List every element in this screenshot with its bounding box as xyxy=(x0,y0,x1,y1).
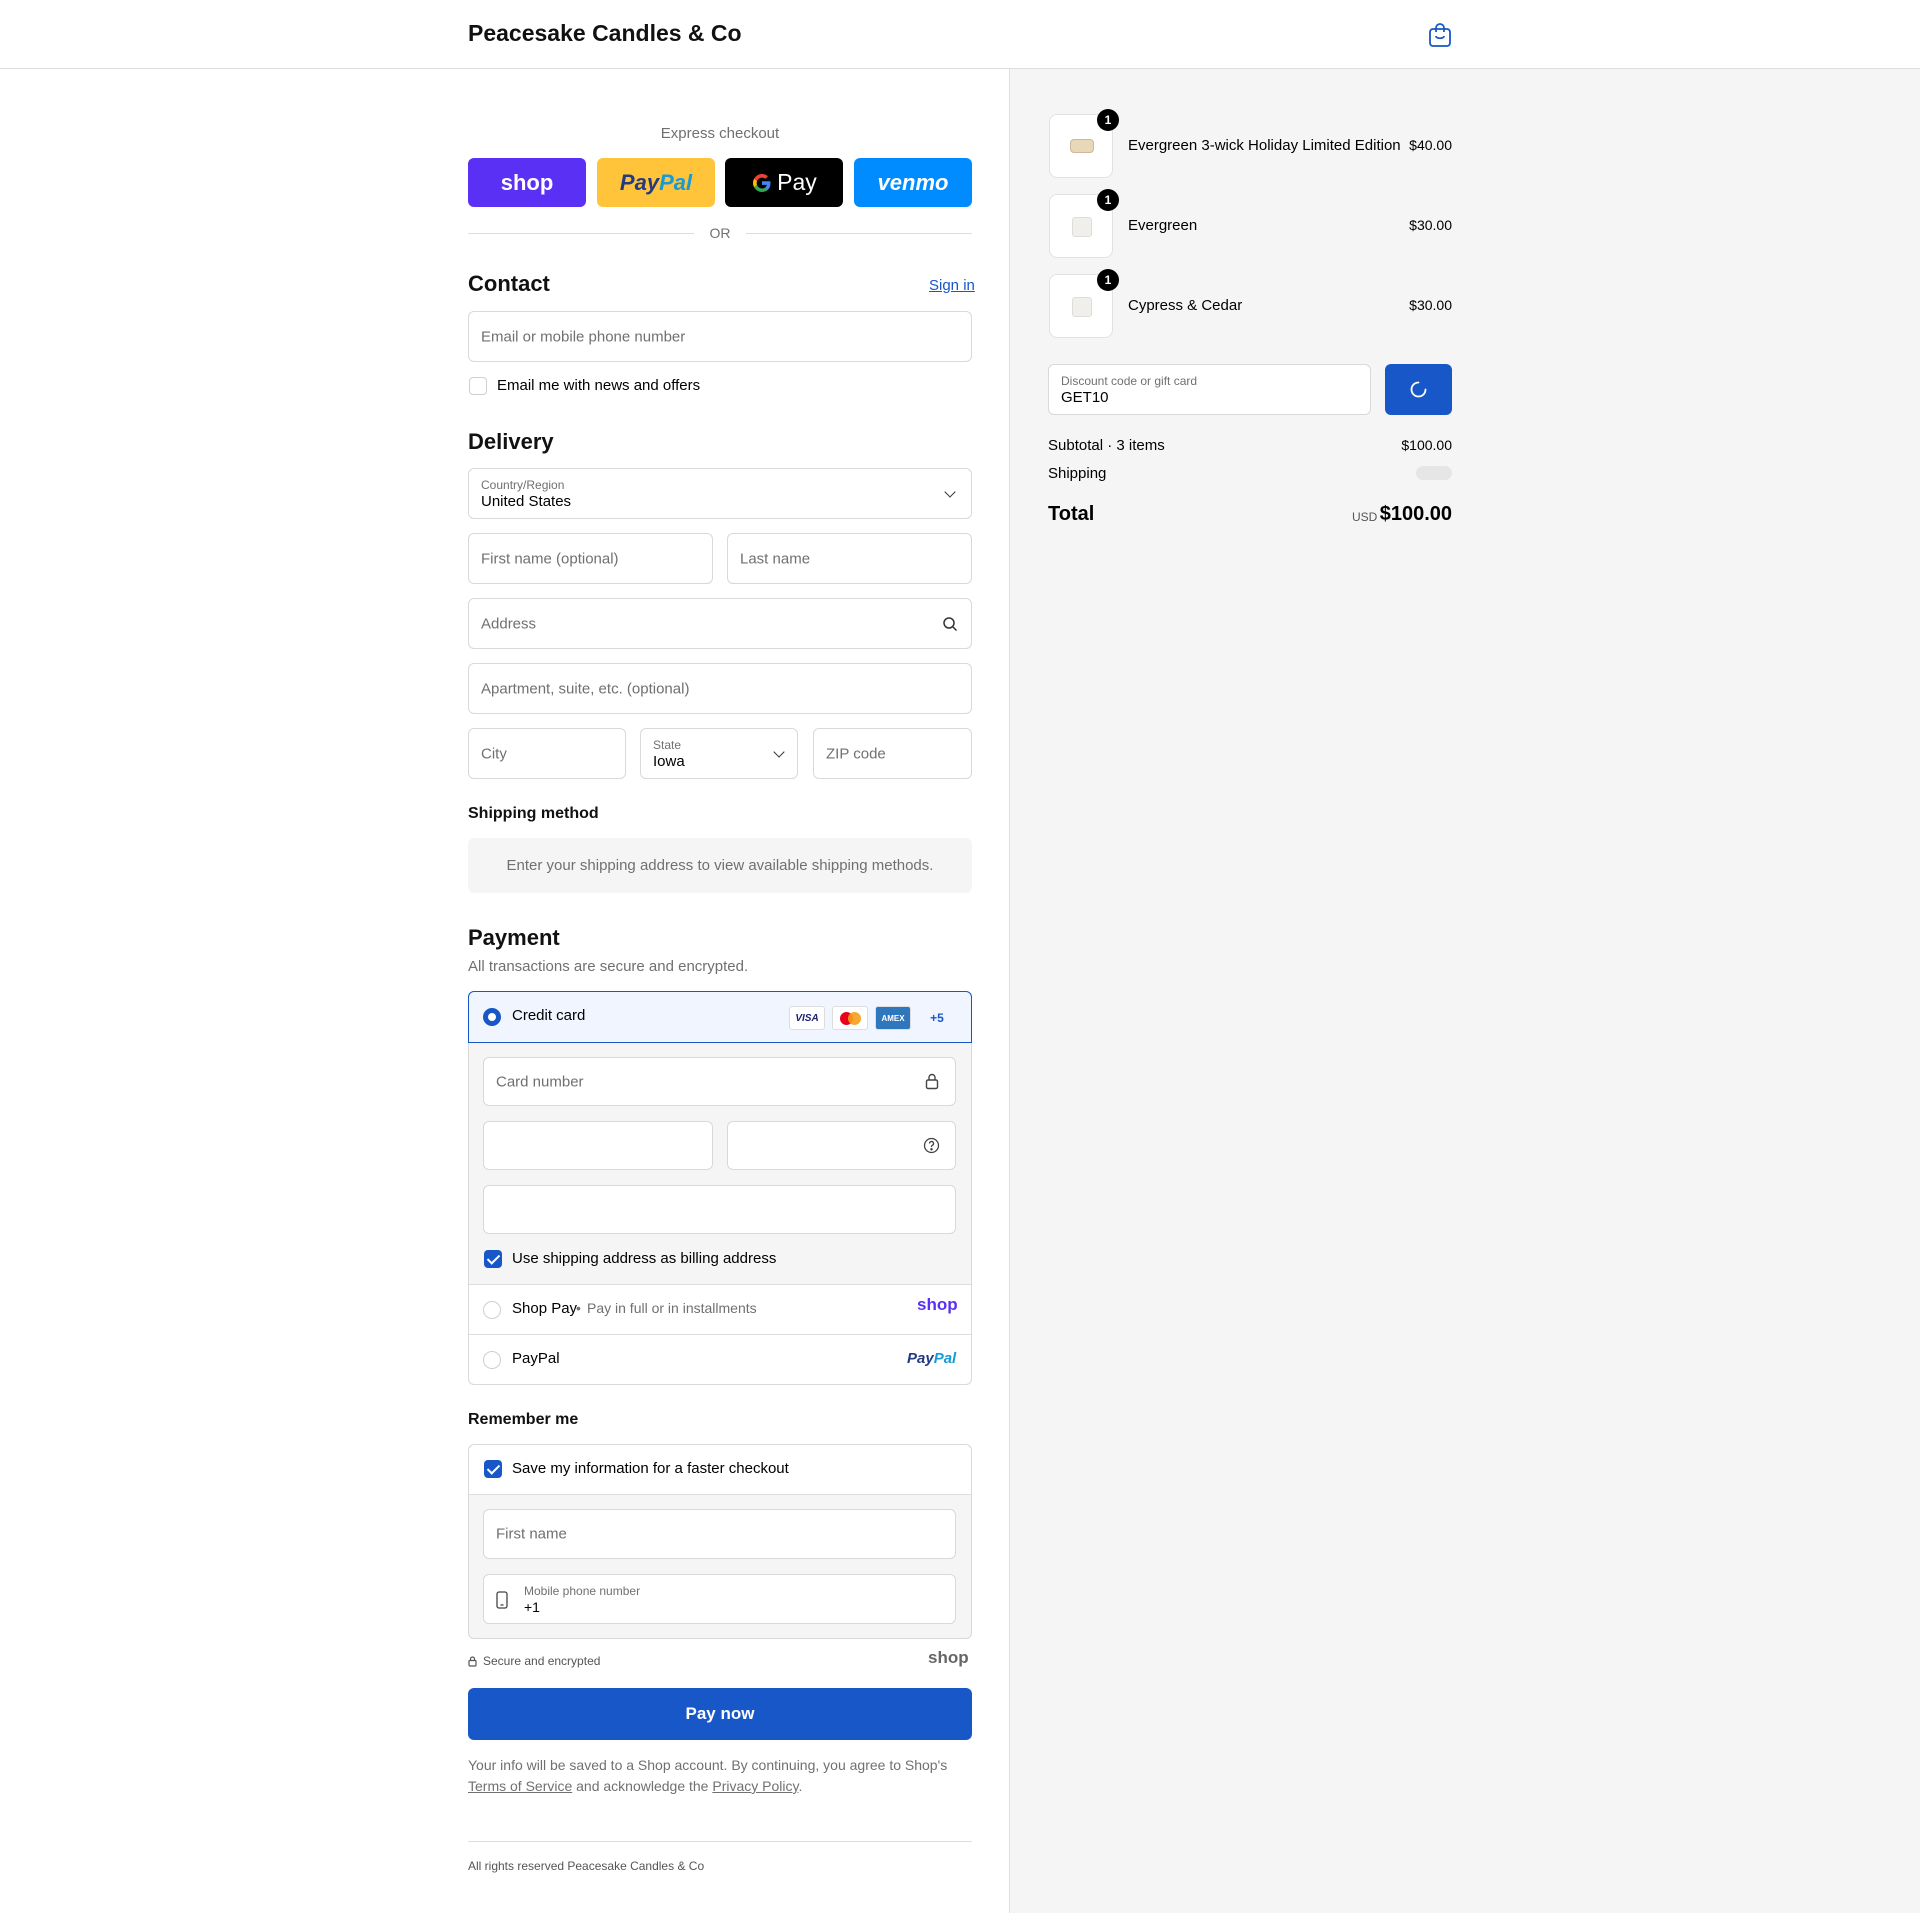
shopping-bag-icon[interactable] xyxy=(1428,22,1452,48)
loading-spinner-icon xyxy=(1410,381,1427,398)
quantity-badge: 1 xyxy=(1097,109,1119,131)
shop-logo: shop xyxy=(928,1648,969,1667)
shipping-notice: Enter your shipping address to view avai… xyxy=(468,838,972,893)
product-price: $40.00 xyxy=(1409,137,1452,153)
credit-card-radio[interactable] xyxy=(483,1008,501,1026)
quantity-badge: 1 xyxy=(1097,189,1119,211)
card-expiry-field[interactable] xyxy=(483,1121,713,1170)
google-g-icon xyxy=(753,173,771,192)
save-info-label: Save my information for a faster checkou… xyxy=(512,1460,789,1477)
email-field[interactable]: Email or mobile phone number xyxy=(468,311,972,362)
contact-title: Contact xyxy=(468,271,550,296)
city-field[interactable]: City xyxy=(468,728,626,779)
address-field[interactable]: Address xyxy=(468,598,972,649)
paypal-logo: PayPal xyxy=(619,169,693,195)
state-select[interactable]: State Iowa xyxy=(640,728,798,779)
search-icon xyxy=(943,617,958,632)
mobile-phone-field[interactable]: Mobile phone number +1 xyxy=(483,1574,956,1624)
more-cards-badge: +5 xyxy=(930,1011,944,1025)
order-summary-panel xyxy=(1009,69,1920,1913)
billing-checkbox[interactable] xyxy=(484,1250,502,1268)
store-logo[interactable]: Peacesake Candles & Co xyxy=(468,20,742,47)
product-name: Evergreen xyxy=(1128,217,1198,234)
sign-in-link[interactable]: Sign in xyxy=(929,277,975,294)
product-price: $30.00 xyxy=(1409,297,1452,313)
shipping-method-title: Shipping method xyxy=(468,805,599,822)
payment-title: Payment xyxy=(468,925,560,950)
first-name-field[interactable]: First name (optional) xyxy=(468,533,713,584)
lock-icon xyxy=(925,1073,939,1090)
amex-icon: AMEX xyxy=(875,1006,911,1030)
secure-label: Secure and encrypted xyxy=(483,1654,601,1668)
express-checkout-title: Express checkout xyxy=(660,125,780,142)
or-divider: OR xyxy=(709,225,731,241)
save-info-checkbox[interactable] xyxy=(484,1460,502,1478)
shop-pay-express-button[interactable]: shop xyxy=(468,158,586,207)
paypal-radio[interactable] xyxy=(483,1351,501,1369)
venmo-logo: venmo xyxy=(877,169,949,195)
product-name: Cypress & Cedar xyxy=(1128,297,1243,314)
apply-discount-button[interactable] xyxy=(1385,364,1452,415)
shop-pay-radio[interactable] xyxy=(483,1301,501,1319)
product-price: $30.00 xyxy=(1409,217,1452,233)
newsletter-checkbox[interactable] xyxy=(469,377,487,395)
candle-image xyxy=(1072,217,1092,237)
total-label: Total xyxy=(1048,503,1095,525)
header: Peacesake Candles & Co xyxy=(0,0,1920,69)
divider-left xyxy=(468,233,694,234)
footer-text: All rights reserved Peacesake Candles & … xyxy=(468,1859,705,1873)
remember-first-name-field[interactable]: First name xyxy=(483,1509,956,1559)
shipping-label: Shipping xyxy=(1048,465,1107,482)
shipping-loading-placeholder xyxy=(1416,466,1452,480)
google-pay-express-button[interactable]: Pay xyxy=(725,158,843,207)
payment-subtitle: All transactions are secure and encrypte… xyxy=(468,958,749,975)
paypal-label: PayPal xyxy=(512,1350,560,1367)
remember-me-title: Remember me xyxy=(468,1411,579,1428)
help-icon[interactable] xyxy=(923,1137,940,1154)
venmo-express-button[interactable]: venmo xyxy=(854,158,972,207)
last-name-field[interactable]: Last name xyxy=(727,533,972,584)
shop-pay-logo: shop xyxy=(500,169,554,195)
product-name: Evergreen 3-wick Holiday Limited Edition xyxy=(1128,137,1401,154)
mastercard-icon xyxy=(832,1006,868,1030)
billing-label: Use shipping address as billing address xyxy=(512,1250,777,1267)
subtotal-value: $100.00 xyxy=(1401,437,1452,453)
footer-divider xyxy=(468,1841,972,1842)
visa-icon: VISA xyxy=(789,1006,825,1030)
discount-code-field[interactable]: Discount code or gift card GET10 xyxy=(1048,364,1371,415)
paypal-logo: PayPal xyxy=(907,1350,957,1367)
credit-card-label: Credit card xyxy=(512,1007,586,1024)
card-cvv-field[interactable] xyxy=(727,1121,956,1170)
delivery-title: Delivery xyxy=(468,429,554,454)
shop-pay-label: Shop Pay xyxy=(512,1300,578,1317)
paypal-express-button[interactable]: PayPal xyxy=(597,158,715,207)
legal-text: Your info will be saved to a Shop accoun… xyxy=(468,1757,948,1794)
shop-pay-sublabel: Pay in full or in installments xyxy=(587,1300,757,1316)
total-value: $100.00 xyxy=(1379,503,1452,525)
apartment-field[interactable]: Apartment, suite, etc. (optional) xyxy=(468,663,972,714)
mobile-phone-icon xyxy=(496,1591,508,1609)
card-number-field[interactable]: Card number xyxy=(483,1057,956,1106)
subtotal-label: Subtotal · 3 items xyxy=(1048,437,1165,454)
candle-image xyxy=(1072,297,1092,317)
candle-image xyxy=(1070,139,1094,153)
shop-pay-separator: • xyxy=(576,1300,581,1316)
lock-icon xyxy=(468,1656,477,1667)
divider-right xyxy=(746,233,972,234)
country-select[interactable]: Country/Region United States xyxy=(468,468,972,519)
pay-now-button[interactable]: Pay now xyxy=(468,1688,972,1740)
google-pay-logo: Pay xyxy=(751,169,817,196)
chevron-down-icon xyxy=(773,746,785,758)
privacy-policy-link[interactable]: Privacy Policy xyxy=(712,1778,798,1794)
newsletter-label: Email me with news and offers xyxy=(497,377,701,394)
name-on-card-field[interactable] xyxy=(483,1185,956,1234)
terms-of-service-link[interactable]: Terms of Service xyxy=(468,1778,572,1794)
shop-pay-logo: shop xyxy=(917,1295,958,1314)
quantity-badge: 1 xyxy=(1097,269,1119,291)
zip-field[interactable]: ZIP code xyxy=(813,728,972,779)
chevron-down-icon xyxy=(944,486,956,498)
